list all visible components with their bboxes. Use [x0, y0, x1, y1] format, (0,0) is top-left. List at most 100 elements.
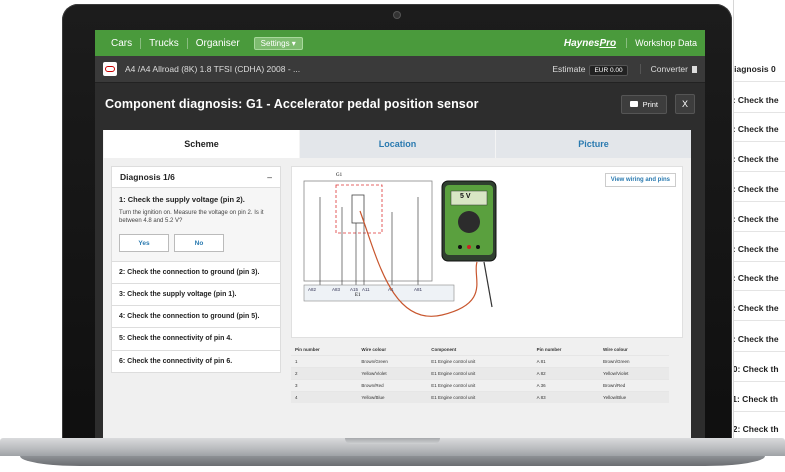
column-header: Pin number	[536, 347, 562, 352]
estimate-badge: EUR 0.00	[589, 65, 628, 76]
main-nav: Cars Trucks Organiser	[103, 37, 248, 49]
print-label: Print	[642, 99, 658, 109]
connector-label: E1	[355, 293, 361, 298]
side-list-item[interactable]: 6: Check the	[734, 244, 779, 254]
pin-label: A1	[388, 287, 394, 292]
step-1-description: Turn the ignition on. Measure the voltag…	[119, 210, 264, 225]
wiring-diagram: View wiring and pins G1 E1 A82 A83 A15 A…	[291, 166, 683, 338]
pin-label: A83	[332, 287, 341, 292]
scheme-area: View wiring and pins G1 E1 A82 A83 A15 A…	[281, 158, 691, 438]
step-1-expanded: 1: Check the supply voltage (pin 2). Tur…	[111, 188, 281, 263]
converter-button[interactable]: Converter	[639, 64, 697, 74]
collapse-button[interactable]: –	[267, 172, 272, 182]
diagnosis-steps: Diagnosis 1/6 – 1: Check the supply volt…	[103, 158, 281, 438]
table-cell: E1 Engine control unit	[427, 379, 533, 392]
app-screen: Cars Trucks Organiser Settings ▾ HaynesP…	[95, 30, 705, 438]
step-3[interactable]: 3: Check the supply voltage (pin 1).	[111, 284, 281, 307]
table-row: 2 Yellow/Violet E1 Engine control unit A…	[291, 367, 669, 380]
vehicle-title[interactable]: A4 /A4 Allroad (8K) 1.8 TFSI (CDHA) 2008…	[125, 64, 300, 74]
settings-label: Settings	[260, 38, 290, 48]
tab-bar: Scheme Location Picture	[103, 130, 691, 158]
estimate-amount: 0.00	[610, 67, 623, 74]
table-cell: 1	[291, 355, 358, 368]
step-2[interactable]: 2: Check the connection to ground (pin 3…	[111, 262, 281, 285]
camera	[394, 12, 400, 18]
nav-trucks[interactable]: Trucks	[141, 37, 188, 49]
component-label: G1	[336, 173, 343, 178]
tab-picture[interactable]: Picture	[495, 130, 691, 158]
table-cell: Brown/Red	[357, 379, 428, 392]
side-list-item[interactable]: 3: Check the	[734, 154, 779, 164]
side-list-item: Diagnosis 0	[734, 64, 776, 74]
top-navigation-bar: Cars Trucks Organiser Settings ▾ HaynesP…	[95, 30, 705, 56]
table-cell: 4	[291, 391, 358, 403]
pin-label: A11	[362, 287, 370, 292]
brand-name: Haynes	[563, 37, 600, 49]
step-5[interactable]: 5: Check the connectivity of pin 4.	[111, 328, 281, 351]
pin-label: A15	[350, 287, 359, 292]
table-cell: A 81	[532, 355, 600, 368]
tab-location[interactable]: Location	[299, 130, 495, 158]
converter-label: Converter	[650, 64, 688, 74]
laptop-base-bottom	[20, 456, 765, 466]
table-cell: Brown/Red	[599, 379, 669, 392]
settings-dropdown[interactable]: Settings ▾	[253, 36, 303, 50]
side-list-item[interactable]: 2: Check the	[734, 124, 779, 134]
side-list-item[interactable]: 1: Check the	[734, 95, 779, 105]
table-cell: Brown/Green	[599, 355, 669, 368]
table-cell: E1 Engine control unit	[427, 355, 533, 368]
estimate-label: Estimate	[552, 64, 586, 74]
diagnosis-title: Diagnosis 1/6	[120, 172, 175, 182]
side-list-item[interactable]: 5: Check the	[734, 214, 779, 224]
page-title: Component diagnosis: G1 - Accelerator pe…	[105, 97, 479, 111]
print-button[interactable]: Print	[620, 94, 667, 114]
table-row: 4 Yellow/Blue E1 Engine control unit A 8…	[291, 391, 669, 403]
step-6[interactable]: 6: Check the connectivity of pin 6.	[111, 350, 281, 373]
side-list-item[interactable]: 11: Check th	[734, 394, 778, 404]
document-icon	[692, 65, 697, 73]
side-list-item[interactable]: 4: Check the	[734, 184, 779, 194]
laptop-base	[0, 438, 785, 472]
close-button[interactable]: X	[675, 94, 695, 114]
side-step-list: Diagnosis 0 1: Check the 2: Check the 3:…	[733, 0, 785, 438]
tab-scheme[interactable]: Scheme	[103, 130, 299, 158]
page-header: Component diagnosis: G1 - Accelerator pe…	[95, 83, 705, 125]
nav-organiser[interactable]: Organiser	[188, 38, 248, 49]
table-cell: E1 Engine control unit	[427, 367, 533, 380]
yes-button[interactable]: Yes	[119, 234, 169, 253]
table-cell: Yellow/Violet	[599, 367, 669, 380]
side-list-item[interactable]: 8: Check the	[734, 303, 779, 313]
nav-cars[interactable]: Cars	[103, 37, 142, 49]
table-cell: Yellow/Blue	[357, 391, 428, 403]
pin-table: Pin number Wire colour Component Pin num…	[291, 344, 669, 403]
side-list-item[interactable]: 12: Check th	[734, 424, 779, 434]
side-list-item[interactable]: 7: Check the	[734, 273, 779, 283]
side-list-item[interactable]: 10: Check th	[734, 364, 779, 374]
wiring-diagram-svg	[303, 180, 497, 317]
diagnosis-header: Diagnosis 1/6 –	[111, 166, 281, 188]
table-cell: 2	[291, 367, 358, 380]
haynespro-logo[interactable]: HaynesPro	[564, 38, 616, 49]
column-header: Pin number	[295, 347, 320, 352]
no-button[interactable]: No	[174, 234, 224, 253]
step-1-title: 1: Check the supply voltage (pin 2).	[119, 195, 245, 204]
pin-label: A82	[308, 287, 317, 292]
tab-content: Diagnosis 1/6 – 1: Check the supply volt…	[103, 158, 691, 438]
estimate-widget[interactable]: Estimate EUR 0.00	[552, 64, 628, 76]
table-cell: A 83	[532, 391, 600, 403]
table-row: 1 Brown/Green E1 Engine control unit A 8…	[291, 355, 669, 368]
step-4[interactable]: 4: Check the connection to ground (pin 5…	[111, 306, 281, 329]
multimeter-display: 5 V	[460, 193, 471, 200]
workshop-data-link[interactable]: Workshop Data	[626, 38, 697, 48]
column-header: Wire colour	[361, 347, 387, 352]
column-header: Wire colour	[603, 347, 628, 352]
table-cell: Brown/Green	[357, 355, 428, 368]
table-row: 3 Brown/Red E1 Engine control unit A 36 …	[291, 379, 669, 392]
table-cell: E1 Engine control unit	[427, 391, 533, 403]
side-list-item[interactable]: 9: Check the	[734, 334, 779, 344]
laptop-notch	[345, 438, 440, 444]
vehicle-bar: A4 /A4 Allroad (8K) 1.8 TFSI (CDHA) 2008…	[95, 56, 705, 83]
brand-suffix: Pro	[599, 37, 617, 49]
diagnosis-panel: Scheme Location Picture Diagnosis 1/6 – …	[103, 130, 691, 438]
currency: EUR	[594, 67, 609, 74]
